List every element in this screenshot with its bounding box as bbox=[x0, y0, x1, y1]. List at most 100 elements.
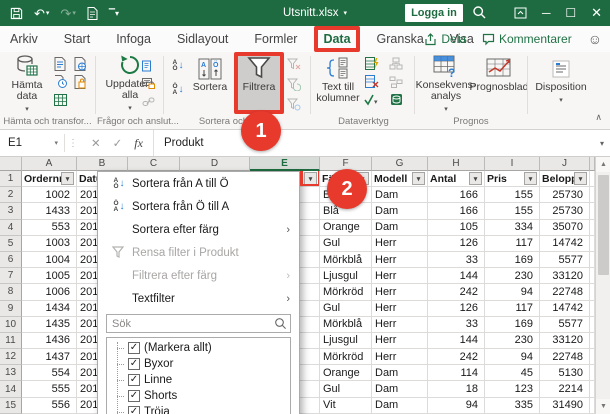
cell-h5[interactable]: 126 bbox=[428, 235, 485, 252]
row-header-9[interactable]: 9 bbox=[0, 300, 22, 317]
filter-dropdown-a[interactable]: ▾ bbox=[61, 172, 74, 185]
cell-a1-ordernr[interactable]: Ordernr ▾ bbox=[22, 171, 77, 188]
maximize-button[interactable]: ☐ bbox=[565, 6, 576, 20]
vertical-scrollbar[interactable]: ▲ ▼ bbox=[595, 157, 610, 414]
cell-i10[interactable]: 169 bbox=[485, 316, 540, 333]
cell-j5[interactable]: 14742 bbox=[540, 235, 590, 252]
cell-a6[interactable]: 1004 bbox=[22, 251, 77, 269]
scroll-down-icon[interactable]: ▼ bbox=[596, 399, 610, 414]
workbook-connections-icon[interactable] bbox=[140, 76, 156, 91]
customize-qat-icon[interactable]: ▔▾ bbox=[109, 7, 119, 20]
row-header-11[interactable]: 11 bbox=[0, 332, 22, 350]
column-header-g[interactable]: G bbox=[372, 157, 428, 171]
cell-i5[interactable]: 117 bbox=[485, 235, 540, 252]
checkbox-checked-icon[interactable]: ✓ bbox=[128, 390, 140, 402]
row-header-14[interactable]: 14 bbox=[0, 381, 22, 398]
cell-a14[interactable]: 555 bbox=[22, 381, 77, 398]
cell-a15[interactable]: 556 bbox=[22, 397, 77, 414]
menu-item-text-filter[interactable]: Textfilter › bbox=[98, 287, 299, 310]
formula-bar-handle[interactable]: ⋮ bbox=[65, 130, 81, 156]
cell-i6[interactable]: 169 bbox=[485, 251, 540, 269]
cell-a3[interactable]: 1433 bbox=[22, 203, 77, 220]
clear-filter-icon[interactable] bbox=[286, 57, 302, 72]
cell-j4[interactable]: 35070 bbox=[540, 219, 590, 236]
menu-item-sort-by-color[interactable]: Sortera efter färg › bbox=[98, 218, 299, 241]
cell-j6[interactable]: 5577 bbox=[540, 251, 590, 269]
cell-i12[interactable]: 94 bbox=[485, 349, 540, 366]
cell-h14[interactable]: 18 bbox=[428, 381, 485, 398]
cell-a13[interactable]: 554 bbox=[22, 365, 77, 382]
filter-check-item-1[interactable]: ✓ Byxor bbox=[107, 356, 290, 372]
cell-f7[interactable]: Ljusgul bbox=[320, 268, 372, 285]
row-header-15[interactable]: 15 bbox=[0, 397, 22, 414]
checkbox-checked-icon[interactable]: ✓ bbox=[128, 374, 140, 386]
filter-check-item-4[interactable]: ✓ Tröja bbox=[107, 404, 290, 414]
cell-a9[interactable]: 1434 bbox=[22, 300, 77, 317]
cell-g10[interactable]: Herr bbox=[372, 316, 428, 333]
column-header-j[interactable]: J bbox=[540, 157, 590, 171]
cell-a11[interactable]: 1436 bbox=[22, 332, 77, 350]
redo-button[interactable]: ↷ ▾ bbox=[60, 7, 75, 20]
cell-i8[interactable]: 94 bbox=[485, 284, 540, 301]
cell-a2[interactable]: 1002 bbox=[22, 187, 77, 204]
cell-h13[interactable]: 114 bbox=[428, 365, 485, 382]
tab-data[interactable]: Data bbox=[314, 26, 360, 52]
cell-i7[interactable]: 230 bbox=[485, 268, 540, 285]
column-header-e[interactable]: E bbox=[250, 157, 320, 171]
cell-j14[interactable]: 2214 bbox=[540, 381, 590, 398]
from-web-icon[interactable] bbox=[72, 56, 88, 71]
cell-g5[interactable]: Herr bbox=[372, 235, 428, 252]
row-header-8[interactable]: 8 bbox=[0, 284, 22, 301]
scroll-up-icon[interactable]: ▲ bbox=[596, 157, 610, 172]
cell-i4[interactable]: 334 bbox=[485, 219, 540, 236]
cell-j7[interactable]: 33120 bbox=[540, 268, 590, 285]
cell-j10[interactable]: 5577 bbox=[540, 316, 590, 333]
search-icon[interactable] bbox=[472, 5, 487, 20]
text-to-columns-button[interactable]: Text till kolumner bbox=[315, 54, 361, 114]
comments-button[interactable]: Kommentarer bbox=[482, 32, 572, 46]
from-text-icon[interactable] bbox=[52, 56, 68, 71]
sign-in-button[interactable]: Logga in bbox=[405, 4, 463, 22]
column-header-i[interactable]: I bbox=[485, 157, 540, 171]
cell-g1-modell[interactable]: Modell ▾ bbox=[372, 171, 428, 188]
remove-duplicates-icon[interactable] bbox=[364, 74, 380, 89]
cell-f8[interactable]: Mörkröd bbox=[320, 284, 372, 301]
feedback-smiley-icon[interactable]: ☺ bbox=[588, 31, 602, 47]
sort-button[interactable]: AÖ Sortera bbox=[188, 54, 232, 114]
cell-g6[interactable]: Herr bbox=[372, 251, 428, 269]
cell-g15[interactable]: Dam bbox=[372, 397, 428, 414]
cell-h8[interactable]: 242 bbox=[428, 284, 485, 301]
cell-a4[interactable]: 553 bbox=[22, 219, 77, 236]
cell-j11[interactable]: 33120 bbox=[540, 332, 590, 350]
cell-i9[interactable]: 117 bbox=[485, 300, 540, 317]
cell-f15[interactable]: Vit bbox=[320, 397, 372, 414]
column-header-b[interactable]: B bbox=[77, 157, 128, 171]
filter-dropdown-j[interactable]: ▾ bbox=[574, 172, 587, 185]
cell-i1-pris[interactable]: Pris ▾ bbox=[485, 171, 540, 188]
filter-search-input[interactable] bbox=[106, 314, 291, 333]
cell-h1-antal[interactable]: Antal ▾ bbox=[428, 171, 485, 188]
cell-h2[interactable]: 166 bbox=[428, 187, 485, 204]
select-all-corner[interactable] bbox=[0, 157, 22, 171]
cell-j3[interactable]: 25730 bbox=[540, 203, 590, 220]
sort-z-to-a-icon[interactable]: Ö A ↓ bbox=[170, 82, 186, 97]
cell-j8[interactable]: 22748 bbox=[540, 284, 590, 301]
tab-granska[interactable]: Granska bbox=[377, 32, 424, 46]
tab-infoga[interactable]: Infoga bbox=[116, 32, 151, 46]
cell-a12[interactable]: 1437 bbox=[22, 349, 77, 366]
data-validation-icon[interactable]: ▾ bbox=[364, 92, 380, 107]
tab-sidlayout[interactable]: Sidlayout bbox=[177, 32, 228, 46]
cell-i11[interactable]: 230 bbox=[485, 332, 540, 350]
outline-button[interactable]: Disposition ▾ bbox=[534, 54, 588, 114]
expand-formula-bar-icon[interactable]: ▾ bbox=[600, 130, 610, 156]
cell-f13[interactable]: Orange bbox=[320, 365, 372, 382]
cell-f5[interactable]: Gul bbox=[320, 235, 372, 252]
confirm-entry-icon[interactable]: ✓ bbox=[113, 136, 123, 150]
filter-button[interactable]: Filtrera bbox=[234, 52, 284, 114]
get-data-button[interactable]: Hämta data ▾ bbox=[4, 54, 50, 114]
cell-g8[interactable]: Herr bbox=[372, 284, 428, 301]
tab-arkiv[interactable]: Arkiv bbox=[10, 32, 38, 46]
cell-a5[interactable]: 1003 bbox=[22, 235, 77, 252]
cell-h12[interactable]: 242 bbox=[428, 349, 485, 366]
checkbox-checked-icon[interactable]: ✓ bbox=[128, 358, 140, 370]
